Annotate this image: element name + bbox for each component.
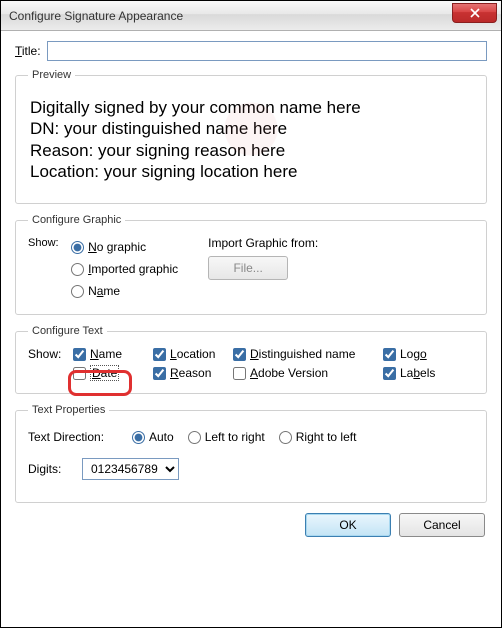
radio-name-graphic-label: Name	[88, 284, 120, 298]
title-row: Title:	[15, 41, 487, 61]
window-title: Configure Signature Appearance	[9, 9, 183, 23]
ok-button[interactable]: OK	[305, 513, 391, 537]
check-labels-label: Labels	[400, 366, 435, 380]
close-icon	[470, 8, 480, 18]
import-graphic-column: Import Graphic from: File...	[208, 236, 318, 302]
digits-select[interactable]: 0123456789	[82, 458, 179, 480]
check-date[interactable]	[73, 367, 86, 380]
check-dn-label: Distinguished name	[250, 347, 355, 361]
text-show-label: Show:	[28, 347, 73, 361]
import-graphic-label: Import Graphic from:	[208, 236, 318, 250]
radio-direction-rtl[interactable]	[279, 431, 292, 444]
graphic-show-column: Show: No graphic Imported graphic Name	[28, 236, 178, 302]
preview-box: Digitally signed by your common name her…	[28, 91, 474, 191]
check-adobe-version[interactable]	[233, 367, 246, 380]
title-label: Title:	[15, 44, 41, 58]
configure-graphic-legend: Configure Graphic	[28, 214, 125, 226]
check-date-label: Date	[90, 365, 119, 381]
file-button[interactable]: File...	[208, 256, 288, 280]
radio-ltr-label: Left to right	[205, 430, 265, 444]
radio-direction-auto[interactable]	[132, 431, 145, 444]
configure-graphic-group: Configure Graphic Show: No graphic Impor…	[15, 214, 487, 315]
check-location[interactable]	[153, 348, 166, 361]
digits-label: Digits:	[28, 462, 68, 476]
text-direction-label: Text Direction:	[28, 430, 118, 444]
check-location-label: Location	[170, 347, 215, 361]
text-properties-legend: Text Properties	[28, 404, 109, 416]
radio-no-graphic[interactable]	[71, 241, 84, 254]
check-name-label: Name	[90, 347, 122, 361]
check-distinguished-name[interactable]	[233, 348, 246, 361]
titlebar: Configure Signature Appearance	[1, 1, 501, 31]
check-labels[interactable]	[383, 367, 396, 380]
preview-line: Location: your signing location here	[30, 161, 472, 182]
text-properties-group: Text Properties Text Direction: Auto Lef…	[15, 404, 487, 503]
title-input[interactable]	[47, 41, 487, 61]
configure-text-group: Configure Text Show: Name Location Disti…	[15, 325, 487, 394]
radio-imported-graphic[interactable]	[71, 263, 84, 276]
dialog-button-row: OK Cancel	[15, 513, 487, 537]
check-reason[interactable]	[153, 367, 166, 380]
radio-rtl-label: Right to left	[296, 430, 357, 444]
dialog-content: Title: Preview Digitally signed by your …	[1, 31, 501, 547]
radio-auto-label: Auto	[149, 430, 174, 444]
cancel-button[interactable]: Cancel	[399, 513, 485, 537]
preview-line: DN: your distinguished name here	[30, 118, 472, 139]
configure-text-legend: Configure Text	[28, 325, 107, 337]
radio-name-graphic[interactable]	[71, 285, 84, 298]
radio-direction-ltr[interactable]	[188, 431, 201, 444]
check-adobe-label: Adobe Version	[250, 366, 328, 380]
check-logo-label: Logo	[400, 347, 427, 361]
close-button[interactable]	[452, 3, 497, 23]
preview-line: Digitally signed by your common name her…	[30, 97, 472, 118]
preview-legend: Preview	[28, 69, 75, 81]
preview-group: Preview Digitally signed by your common …	[15, 69, 487, 204]
check-name[interactable]	[73, 348, 86, 361]
radio-imported-graphic-label: Imported graphic	[88, 262, 178, 276]
check-reason-label: Reason	[170, 366, 211, 380]
preview-line: Reason: your signing reason here	[30, 140, 472, 161]
check-logo[interactable]	[383, 348, 396, 361]
graphic-show-label: Show:	[28, 236, 68, 249]
radio-no-graphic-label: No graphic	[88, 240, 146, 254]
